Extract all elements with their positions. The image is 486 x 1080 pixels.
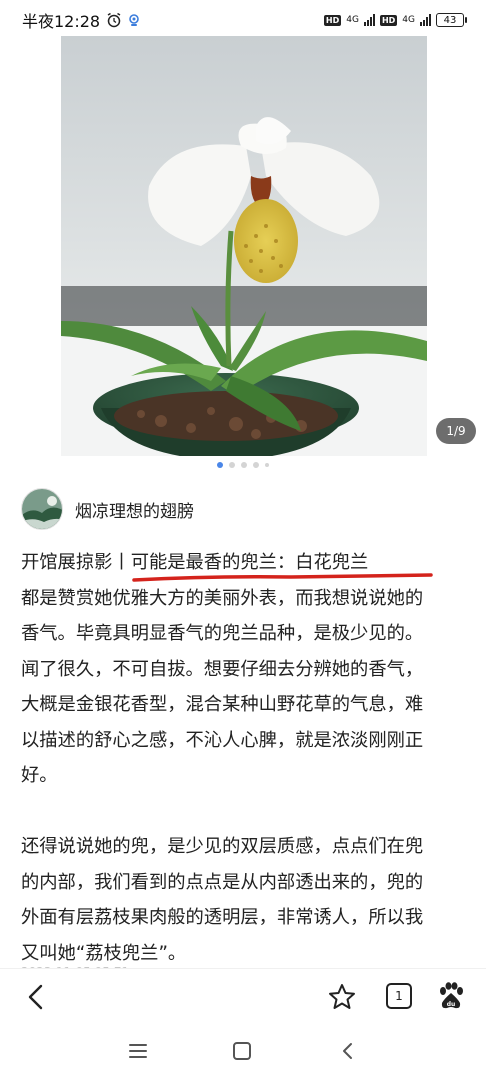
headline-prefix: 开馆展掠影丨 [21, 552, 131, 573]
article-paragraph-2: 还得说说她的兜，是少见的双层质感，点点们在兜 的内部，我们看到的点点是从内部透出… [21, 829, 466, 971]
system-navigation-bar [0, 1024, 486, 1080]
orchid-photo[interactable] [61, 36, 427, 456]
paragraph-line: 香气。毕竟具明显香气的兜兰品种，是极少见的。 [21, 623, 424, 644]
status-time: 半夜12:28 [22, 12, 101, 31]
pagination-dot-active [217, 462, 223, 468]
alarm-icon [107, 12, 121, 28]
tab-count: 1 [395, 989, 403, 1003]
home-icon[interactable] [233, 1042, 251, 1060]
battery-icon: 43 [436, 13, 467, 27]
article-paragraph-1: 都是赞赏她优雅大方的美丽外表，而我想说说她的 香气。毕竟具明显香气的兜兰品种，是… [21, 581, 466, 794]
paragraph-line: 以描述的舒心之感，不沁人心脾，就是浓淡刚刚正 [21, 729, 424, 751]
status-left: 半夜12:28 [22, 8, 140, 32]
hd-badge-1: HD [323, 14, 342, 26]
app-notification-icon [129, 14, 139, 26]
status-bar: 半夜12:28 HD 4G HD 4G 43 [0, 0, 486, 40]
red-underline-annotation [132, 573, 433, 582]
status-right: HD 4G HD 4G 43 [323, 13, 467, 27]
paragraph-line: 好。 [21, 765, 58, 786]
baidu-paw-icon[interactable]: du [436, 981, 466, 1011]
avatar[interactable] [21, 488, 63, 530]
star-icon[interactable] [327, 982, 357, 1012]
pagination-dot [253, 462, 259, 468]
orchid-illustration [61, 36, 427, 456]
article-headline: 开馆展掠影丨可能是最香的兜兰：白花兜兰 [21, 545, 466, 582]
paragraph-line: 的内部，我们看到的点点是从内部透出来的，兜的 [21, 871, 424, 893]
pagination-dot [241, 462, 247, 468]
bottom-toolbar: 1 du [0, 968, 486, 1024]
author-name[interactable]: 烟凉理想的翅膀 [75, 497, 194, 522]
gallery-pagination-dots [0, 462, 486, 468]
paragraph-line: 大概是金银花香型，混合某种山野花草的气息，难 [21, 694, 424, 715]
back-arrow-icon[interactable] [22, 982, 52, 1012]
paragraph-line: 都是赞赏她优雅大方的美丽外表，而我想说说她的 [21, 587, 424, 609]
paragraph-line: 闻了很久，不可自拔。想要仔细去分辨她的香气， [21, 658, 424, 680]
svg-text:du: du [447, 1001, 456, 1008]
gallery-page-counter: 1/9 [436, 418, 476, 444]
battery-level: 43 [443, 14, 457, 26]
pagination-dot [265, 463, 269, 467]
paragraph-line: 还得说说她的兜，是少见的双层质感，点点们在兜 [21, 836, 424, 857]
system-back-icon[interactable] [338, 1040, 358, 1062]
article-body: 开馆展掠影丨可能是最香的兜兰：白花兜兰 都是赞赏她优雅大方的美丽外表，而我想说说… [21, 545, 466, 1007]
headline-highlight: 可能是最香的兜兰：白花兜兰 [130, 552, 369, 573]
pagination-dot [229, 462, 235, 468]
tab-count-button[interactable]: 1 [386, 983, 412, 1009]
paragraph-line: 外面有层荔枝果肉般的透明层，非常诱人，所以我 [21, 907, 424, 928]
network-type-1: 4G [346, 15, 359, 25]
author-row[interactable]: 烟凉理想的翅膀 [21, 488, 194, 530]
hd-badge-2: HD [379, 14, 398, 26]
network-type-2: 4G [402, 15, 415, 25]
signal-icon [363, 14, 375, 26]
recent-apps-icon[interactable] [128, 1042, 148, 1060]
signal-icon [420, 14, 431, 26]
